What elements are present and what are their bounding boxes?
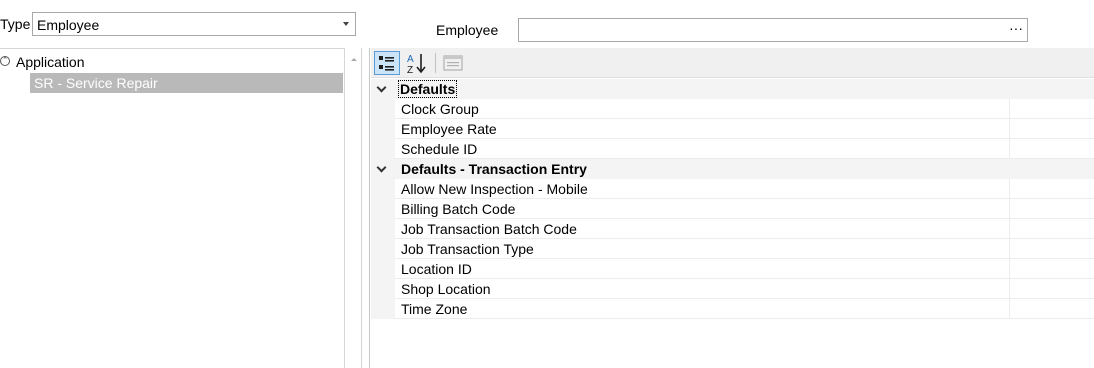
category-row-defaults-transaction-entry[interactable]: Defaults - Transaction Entry xyxy=(371,159,1094,179)
property-name: Job Transaction Batch Code xyxy=(401,221,577,237)
row-margin xyxy=(371,179,395,199)
row-margin xyxy=(371,259,395,279)
tree-node-label: SR - Service Repair xyxy=(34,75,158,91)
property-name: Employee Rate xyxy=(401,121,497,137)
row-margin xyxy=(371,279,395,299)
category-label: Defaults - Transaction Entry xyxy=(401,161,587,177)
property-rows: Defaults Clock Group Employee Rate Sched… xyxy=(371,79,1094,319)
tree-node-label: Application xyxy=(16,54,85,70)
property-row[interactable]: Billing Batch Code xyxy=(371,199,1094,219)
row-margin xyxy=(371,199,395,219)
application-tree: ⌃ Application SR - Service Repair xyxy=(0,48,344,368)
property-grid: A Z Defaults Clock Group Employee Rate S… xyxy=(371,48,1094,368)
property-name: Shop Location xyxy=(401,281,491,297)
property-name: Billing Batch Code xyxy=(401,201,516,217)
row-divider xyxy=(395,318,1094,319)
column-separator xyxy=(1009,119,1010,139)
property-row[interactable]: Job Transaction Type xyxy=(371,239,1094,259)
categorized-view-button[interactable] xyxy=(374,51,400,75)
property-pages-button[interactable] xyxy=(440,51,466,75)
column-separator xyxy=(1009,239,1010,259)
property-name: Location ID xyxy=(401,261,472,277)
column-separator xyxy=(1009,99,1010,119)
column-separator xyxy=(1009,299,1010,319)
category-row-defaults[interactable]: Defaults xyxy=(371,79,1094,99)
category-label: Defaults xyxy=(397,80,458,98)
form-root: Type Employee Employee ··· ⌃ Application… xyxy=(0,0,1094,368)
property-row[interactable]: Shop Location xyxy=(371,279,1094,299)
row-margin xyxy=(371,139,395,159)
property-row[interactable]: Schedule ID xyxy=(371,139,1094,159)
column-separator xyxy=(1009,139,1010,159)
row-margin xyxy=(371,99,395,119)
property-row[interactable]: Location ID xyxy=(371,259,1094,279)
scroll-up-icon[interactable] xyxy=(351,58,357,61)
svg-text:A: A xyxy=(407,54,414,65)
tree-node-service-repair[interactable]: SR - Service Repair xyxy=(30,73,343,93)
property-row[interactable]: Allow New Inspection - Mobile xyxy=(371,179,1094,199)
employee-field[interactable]: ··· xyxy=(518,18,1028,42)
dropdown-arrow-icon[interactable] xyxy=(343,22,349,26)
collapse-icon[interactable]: ⌃ xyxy=(0,56,10,66)
type-label: Type xyxy=(0,16,31,32)
property-name: Allow New Inspection - Mobile xyxy=(401,181,588,197)
property-name: Job Transaction Type xyxy=(401,241,534,257)
sort-az-icon: A Z xyxy=(407,54,426,76)
type-dropdown[interactable]: Employee xyxy=(32,12,356,36)
panel-splitter[interactable] xyxy=(362,48,370,368)
property-name: Time Zone xyxy=(401,301,468,317)
row-margin xyxy=(371,239,395,259)
type-dropdown-value: Employee xyxy=(37,17,100,33)
property-grid-toolbar: A Z xyxy=(371,48,1094,78)
tree-node-application[interactable]: ⌃ Application xyxy=(0,52,344,72)
property-row[interactable]: Job Transaction Batch Code xyxy=(371,219,1094,239)
alphabetical-sort-button[interactable]: A Z xyxy=(404,51,430,76)
column-separator xyxy=(1009,179,1010,199)
row-margin xyxy=(371,299,395,319)
column-separator xyxy=(1009,279,1010,299)
chevron-down-icon[interactable] xyxy=(376,162,387,173)
property-name: Clock Group xyxy=(401,101,479,117)
chevron-down-icon[interactable] xyxy=(376,82,387,93)
property-name: Schedule ID xyxy=(401,141,478,157)
column-separator xyxy=(1009,219,1010,239)
ellipsis-button[interactable]: ··· xyxy=(1009,20,1023,36)
property-row[interactable]: Clock Group xyxy=(371,99,1094,119)
column-separator xyxy=(1009,259,1010,279)
row-margin xyxy=(371,119,395,139)
categorized-icon xyxy=(379,56,394,71)
tree-scrollbar[interactable] xyxy=(344,48,362,368)
employee-label: Employee xyxy=(436,22,499,38)
property-row[interactable]: Time Zone xyxy=(371,299,1094,319)
toolbar-separator xyxy=(435,53,436,73)
property-row[interactable]: Employee Rate xyxy=(371,119,1094,139)
property-pages-icon xyxy=(443,55,463,71)
svg-text:Z: Z xyxy=(407,65,413,75)
row-margin xyxy=(371,219,395,239)
column-separator xyxy=(1009,199,1010,219)
